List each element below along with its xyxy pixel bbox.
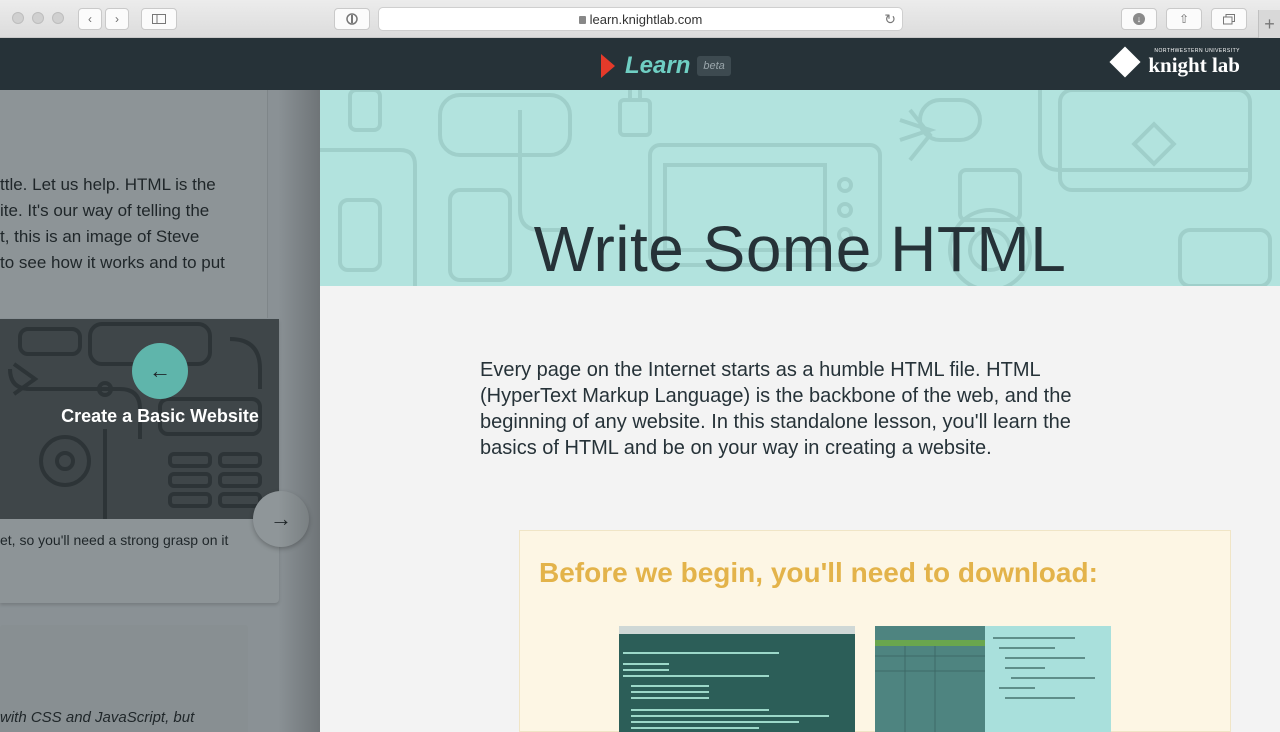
site-header: Learn beta NORTHWESTERN UNIVERSITY knigh… — [0, 38, 1280, 90]
panel-shadow — [278, 90, 320, 732]
org-name: knight lab — [1148, 53, 1240, 77]
hero-banner: Write Some HTML — [320, 90, 1280, 286]
tabs-overview-button[interactable] — [1211, 8, 1247, 30]
text-editor-screenshot[interactable] — [619, 626, 855, 732]
zoom-window-button[interactable] — [52, 12, 64, 24]
share-button[interactable]: ⇧ — [1166, 8, 1202, 30]
address-bar[interactable]: learn.knightlab.com ↻ — [378, 7, 903, 31]
previous-lesson-text: ttle. Let us help. HTML is the ite. It's… — [0, 175, 225, 272]
lock-icon — [578, 16, 586, 24]
back-icon: ‹ — [88, 12, 92, 26]
privacy-button[interactable] — [334, 8, 370, 30]
downloads-button[interactable]: ↓ — [1121, 8, 1157, 30]
related-card: with CSS and JavaScript, but — [0, 625, 248, 732]
reload-icon[interactable]: ↻ — [884, 11, 896, 28]
sidebar-icon — [152, 14, 166, 24]
devtools-image — [875, 626, 1111, 732]
related-card-text: with CSS and JavaScript, but — [0, 709, 195, 726]
browser-toolbar: ‹ › learn.knightlab.com ↻ ↓ ⇧ + — [0, 0, 1280, 38]
forward-icon: › — [115, 12, 119, 26]
knightlab-diamond-icon — [1109, 46, 1141, 78]
learn-logo[interactable]: Learn beta — [601, 52, 731, 80]
download-icon: ↓ — [1133, 13, 1145, 25]
download-requirements-box: Before we begin, you'll need to download… — [519, 530, 1231, 732]
main-content: Write Some HTML Every page on the Intern… — [320, 90, 1280, 732]
left-panel: ttle. Let us help. HTML is the ite. It's… — [0, 90, 320, 732]
new-tab-button[interactable]: + — [1258, 10, 1280, 38]
previous-lesson-card: ttle. Let us help. HTML is the ite. It's… — [0, 90, 268, 318]
forward-button[interactable]: › — [105, 8, 129, 30]
arrow-left-icon: ← — [149, 358, 171, 383]
knightlab-wordmark: NORTHWESTERN UNIVERSITY knight lab — [1148, 48, 1240, 76]
page-title: Write Some HTML — [533, 213, 1067, 285]
url-text: learn.knightlab.com — [589, 11, 703, 27]
back-button[interactable]: ‹ — [78, 8, 102, 30]
close-window-button[interactable] — [12, 12, 24, 24]
new-tab-icon: + — [1264, 13, 1275, 34]
browser-devtools-screenshot[interactable] — [875, 626, 1111, 732]
beta-badge: beta — [697, 56, 731, 76]
share-icon: ⇧ — [1178, 12, 1190, 26]
lesson-nav-card[interactable]: ← Create a Basic Website et, so you'll n… — [0, 319, 279, 603]
shield-icon — [346, 13, 358, 25]
previous-lesson-description: et, so you'll need a strong grasp on it — [0, 532, 229, 548]
brand-name: Learn — [625, 52, 691, 79]
previous-lesson-button[interactable]: ← — [132, 343, 188, 399]
download-heading: Before we begin, you'll need to download… — [539, 557, 1098, 588]
intro-paragraph: Every page on the Internet starts as a h… — [480, 359, 1072, 459]
sidebar-toggle-button[interactable] — [141, 8, 177, 30]
learn-chevron-icon — [601, 54, 615, 78]
previous-lesson-title[interactable]: Create a Basic Website — [0, 406, 320, 427]
tabs-icon — [1223, 13, 1235, 24]
code-editor-image — [619, 626, 855, 729]
knightlab-logo[interactable]: NORTHWESTERN UNIVERSITY knight lab — [1109, 46, 1240, 78]
minimize-window-button[interactable] — [32, 12, 44, 24]
